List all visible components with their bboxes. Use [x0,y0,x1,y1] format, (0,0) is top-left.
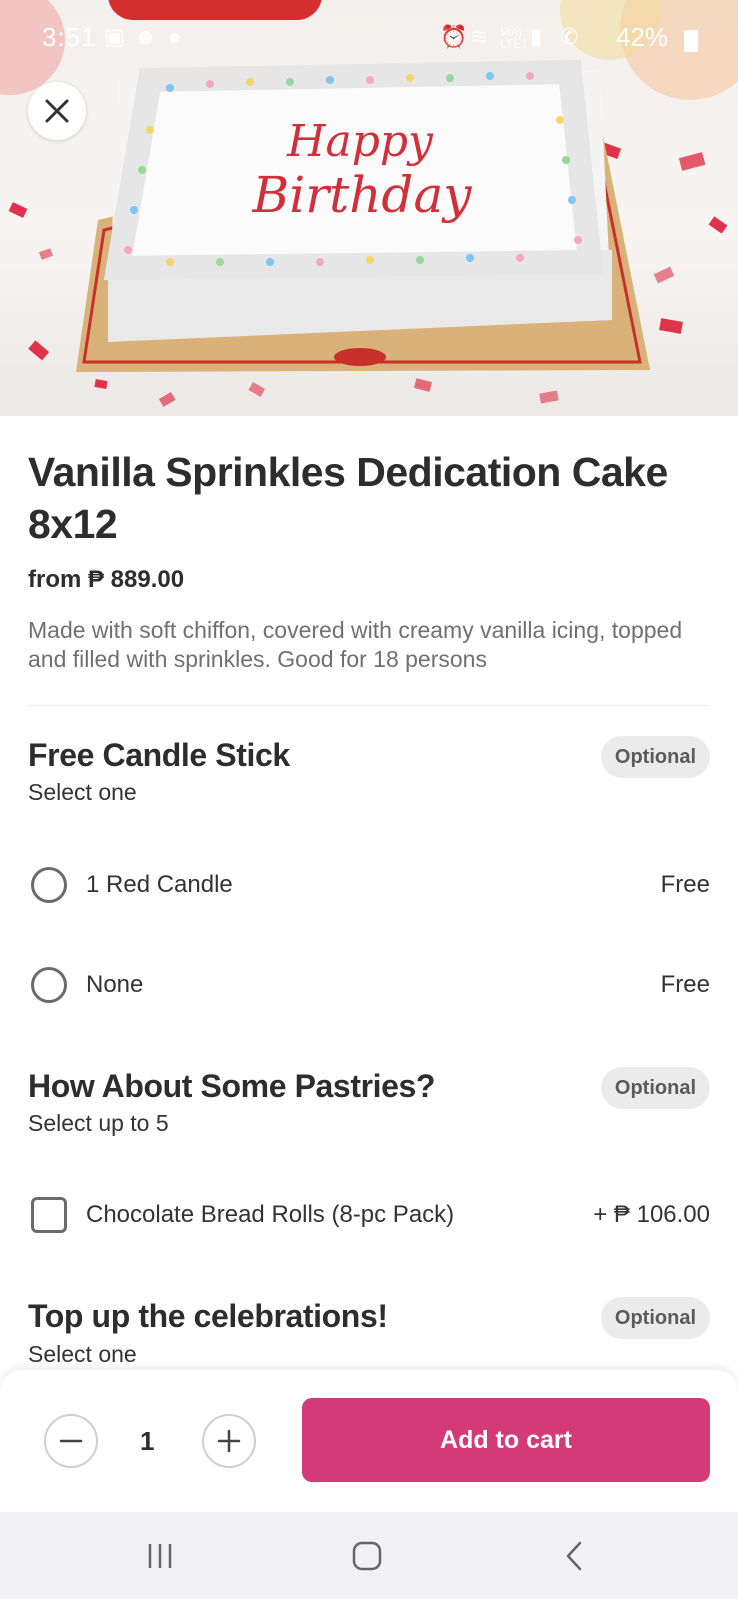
option-price: Free [660,871,710,898]
radio-button[interactable] [31,967,67,1003]
option-none[interactable]: None Free [28,959,710,1015]
back-icon [566,1541,582,1571]
optional-badge: Optional [600,1067,710,1109]
recent-apps-icon [148,1544,172,1568]
optional-badge: Optional [600,1297,710,1339]
section-subtitle-candle: Select one [28,779,137,805]
option-label: Chocolate Bread Rolls (8-pc Pack) [86,1201,455,1228]
signal-icon: ▮ [530,24,543,49]
status-time: 3:51 [42,22,97,52]
option-label: None [86,971,144,998]
option-price: Free [660,971,710,998]
chat-icon: ● [168,24,182,49]
cart-action-bar: 1 Add to cart [0,1370,738,1512]
add-to-cart-button[interactable]: Add to cart [302,1398,710,1482]
radio-button[interactable] [31,867,67,903]
call-signal-icon: ✆ [560,24,579,49]
system-nav-bar [0,1512,738,1599]
battery-icon [684,30,698,52]
option-label: 1 Red Candle [86,871,233,898]
battery-percent: 42% [615,22,668,52]
close-icon [45,99,69,123]
back-button[interactable] [552,1534,596,1578]
increase-quantity-button[interactable] [202,1414,256,1468]
wifi-icon: ≋ [470,24,489,49]
close-button[interactable] [28,82,86,140]
product-price: from ₱ 889.00 [28,566,185,593]
plus-icon [217,1429,241,1453]
cake-text-birthday: Birthday [252,166,473,224]
recent-apps-button[interactable] [138,1534,182,1578]
alarm-icon: ⏰ [440,24,468,49]
cake-text-happy: Happy [286,116,434,167]
home-button[interactable] [345,1534,389,1578]
section-subtitle-pastries: Select up to 5 [28,1110,169,1136]
network-label: Vo)) LTE1 [500,25,528,51]
section-title-candle: Free Candle Stick [28,737,290,773]
quantity-value: 1 [140,1426,155,1456]
product-title: Vanilla Sprinkles Dedication Cake 8x12 [28,449,668,547]
divider [28,705,710,706]
home-icon [352,1541,382,1571]
decrease-quantity-button[interactable] [44,1414,98,1468]
option-red-candle[interactable]: 1 Red Candle Free [28,859,710,915]
checkbox[interactable] [31,1197,67,1233]
product-description: Made with soft chiffon, covered with cre… [28,617,683,672]
section-subtitle-topup: Select one [28,1341,137,1367]
section-title-topup: Top up the celebrations! [28,1298,388,1334]
option-price: + ₱ 106.00 [593,1201,710,1228]
option-chocolate-bread-rolls[interactable]: Chocolate Bread Rolls (8-pc Pack) + ₱ 10… [28,1189,710,1245]
status-bar: 3:51 ▣ ☻ ● ⏰ ≋ Vo)) LTE1 ▮ ✆ 42% [0,0,738,74]
foodpanda-icon: ☻ [134,24,158,49]
optional-badge: Optional [600,736,710,778]
minus-icon [59,1439,83,1443]
gallery-icon: ▣ [104,24,125,49]
section-title-pastries: How About Some Pastries? [28,1068,436,1104]
